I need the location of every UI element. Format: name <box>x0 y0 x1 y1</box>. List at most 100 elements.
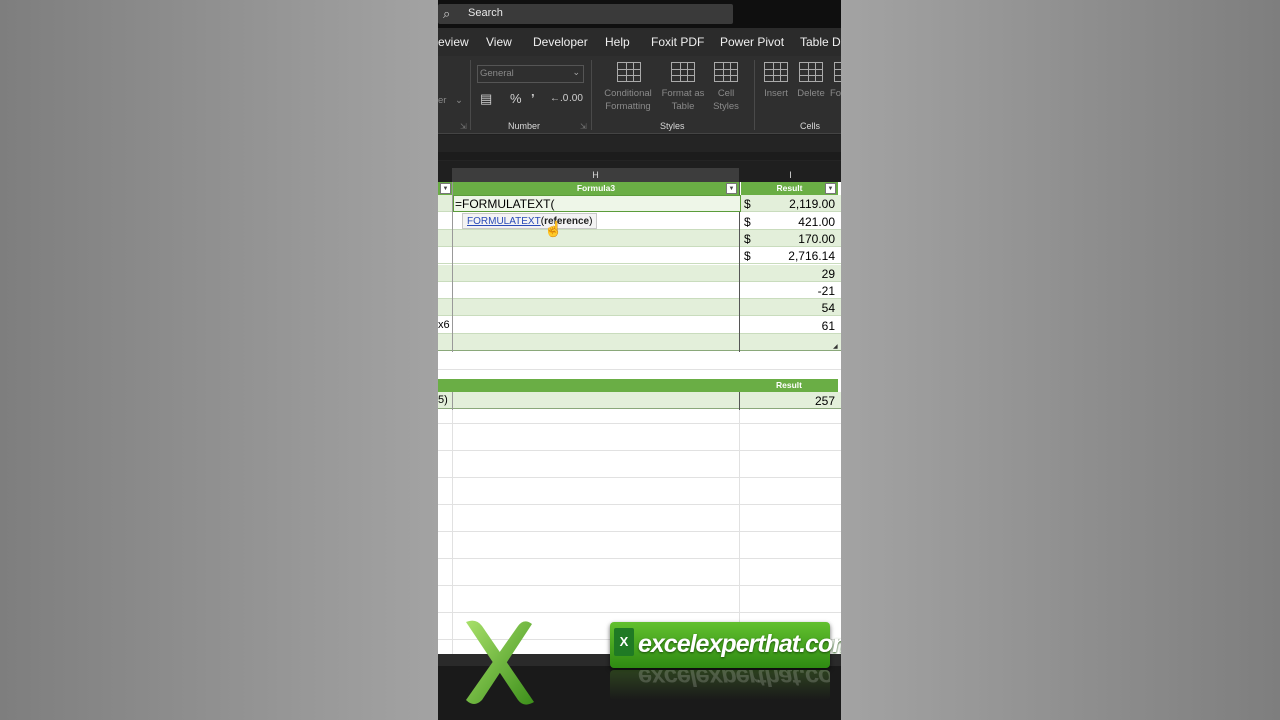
conditional-formatting-label-1[interactable]: Conditional <box>598 87 658 100</box>
conditional-formatting-label-2[interactable]: Formatting <box>598 100 658 113</box>
dialog-launcher-icon[interactable]: ⇲ <box>460 122 467 131</box>
column-header-i[interactable]: I <box>740 168 841 182</box>
dialog-launcher-icon[interactable]: ⇲ <box>580 122 587 131</box>
result-value: 54 <box>821 301 835 315</box>
hand-cursor-icon: ☝ <box>544 221 563 238</box>
right-background <box>841 0 1280 720</box>
gridline <box>739 410 740 654</box>
chevron-down-icon: ⌄ <box>572 67 580 77</box>
insert-label[interactable]: Insert <box>760 87 792 100</box>
gridline <box>438 612 841 613</box>
decrease-decimal-icon[interactable]: .00 <box>569 93 583 104</box>
formula-edit-cell[interactable]: =FORMULATEXT( <box>453 195 741 212</box>
result-value: 170.00 <box>798 232 835 246</box>
brand-reflection: excelexperthat.com <box>610 670 830 700</box>
currency-symbol: $ <box>744 249 751 263</box>
brand-reflection-text: excelexperthat.com <box>638 670 830 691</box>
format-cells-icon[interactable] <box>834 62 841 82</box>
filter-dropdown-icon[interactable]: ▼ <box>726 183 737 194</box>
gridline <box>438 450 841 451</box>
column-divider <box>739 392 740 410</box>
result-value: -21 <box>817 284 835 298</box>
table-row: $ 170.00 <box>438 230 841 247</box>
accounting-format-icon[interactable]: ▤ <box>480 91 492 107</box>
format-as-table-icon[interactable] <box>671 62 695 82</box>
table2-header-left <box>438 379 740 392</box>
format-as-table-label-2[interactable]: Table <box>658 100 708 113</box>
number-format-select[interactable]: General ⌄ <box>477 65 584 83</box>
divider-strip <box>438 152 841 160</box>
tab-power-pivot[interactable]: Power Pivot <box>720 35 784 49</box>
table-row: 5) 257 <box>438 392 841 409</box>
number-group-label: Number <box>508 121 541 131</box>
tab-view[interactable]: View <box>486 35 512 49</box>
cut-cell-text: 5) <box>438 394 448 406</box>
cell-styles-label-1[interactable]: Cell <box>706 87 746 100</box>
filter-dropdown-icon[interactable]: ▼ <box>825 183 836 194</box>
delete-label[interactable]: Delete <box>795 87 827 100</box>
worksheet-grid[interactable]: ▼ Formula3 ▼ Result ▼ $ 2,119.00 $ 421.0… <box>438 182 841 654</box>
percent-style-icon[interactable]: % <box>510 91 522 106</box>
table-row: 54 <box>438 299 841 316</box>
tab-review[interactable]: eview <box>438 35 469 49</box>
table-row <box>438 334 841 351</box>
gridline <box>452 410 453 654</box>
filter-dropdown-icon[interactable]: ▼ <box>440 183 451 194</box>
alignment-cut-label: er <box>438 95 447 106</box>
table-resize-handle-icon[interactable]: ◢ <box>833 343 838 350</box>
tab-table-design[interactable]: Table De <box>800 35 841 49</box>
search-placeholder: Search <box>468 7 503 19</box>
tab-foxit-pdf[interactable]: Foxit PDF <box>651 35 704 49</box>
gridline <box>438 531 841 532</box>
brand-banner: X excelexperthat.com <box>610 622 841 668</box>
currency-symbol: $ <box>744 232 751 246</box>
excel-logo-icon: X <box>614 628 634 656</box>
formula3-header: Formula3 <box>452 182 740 195</box>
gridline <box>438 585 841 586</box>
table2-result-header: Result <box>740 379 838 392</box>
search-icon: ⌕ <box>443 6 451 21</box>
currency-symbol: $ <box>744 197 751 211</box>
brand-text: excelexperthat.com <box>638 630 841 658</box>
tooltip-function-name[interactable]: FORMULATEXT <box>467 216 541 227</box>
table-row: 29 <box>438 265 841 282</box>
excel-x-logo <box>466 620 534 705</box>
increase-decimal-icon[interactable]: ←.0 <box>550 93 568 104</box>
tab-developer[interactable]: Developer <box>533 35 588 49</box>
tab-help[interactable]: Help <box>605 35 630 49</box>
formula-tooltip[interactable]: FORMULATEXT(reference) <box>462 213 598 229</box>
cells-group-label: Cells <box>800 121 821 131</box>
gridline <box>438 504 841 505</box>
gridline <box>438 369 841 370</box>
cell-styles-label-2[interactable]: Styles <box>706 100 746 113</box>
table-row: $ 2,716.14 <box>438 247 841 264</box>
title-bar: ⌕ Search <box>438 0 841 28</box>
format-as-table-label-1[interactable]: Format as <box>658 87 708 100</box>
insert-cells-icon[interactable] <box>764 62 788 82</box>
result-header: Result <box>741 182 838 195</box>
column-headers: H I <box>438 168 841 182</box>
cut-cell-text: x6 <box>438 319 450 331</box>
chevron-down-icon: ⌄ <box>455 95 463 106</box>
ribbon: er ⌄ ⇲ General ⌄ ▤ % ’ ←.0 .00 Number ⇲ … <box>438 56 841 134</box>
result-value: 257 <box>814 394 835 408</box>
column-header-h[interactable]: H <box>452 168 739 182</box>
result-value: 29 <box>821 267 835 281</box>
left-background <box>0 0 438 720</box>
cell-styles-icon[interactable] <box>714 62 738 82</box>
delete-cells-icon[interactable] <box>799 62 823 82</box>
comma-style-icon[interactable]: ’ <box>531 91 535 106</box>
group-separator <box>591 60 592 130</box>
search-box[interactable]: ⌕ Search <box>438 4 733 24</box>
gridline <box>438 558 841 559</box>
table-row: x6 61 <box>438 317 841 334</box>
format-label[interactable]: Fo <box>830 87 841 100</box>
excel-window: ⌕ Search eview View Developer Help Foxit… <box>438 0 841 720</box>
styles-group-label: Styles <box>660 121 685 131</box>
group-separator <box>754 60 755 130</box>
gridline <box>438 423 841 424</box>
column-divider <box>452 392 453 410</box>
conditional-formatting-icon[interactable] <box>617 62 641 82</box>
result-value: 61 <box>821 319 835 333</box>
result-value: 2,716.14 <box>788 249 835 263</box>
